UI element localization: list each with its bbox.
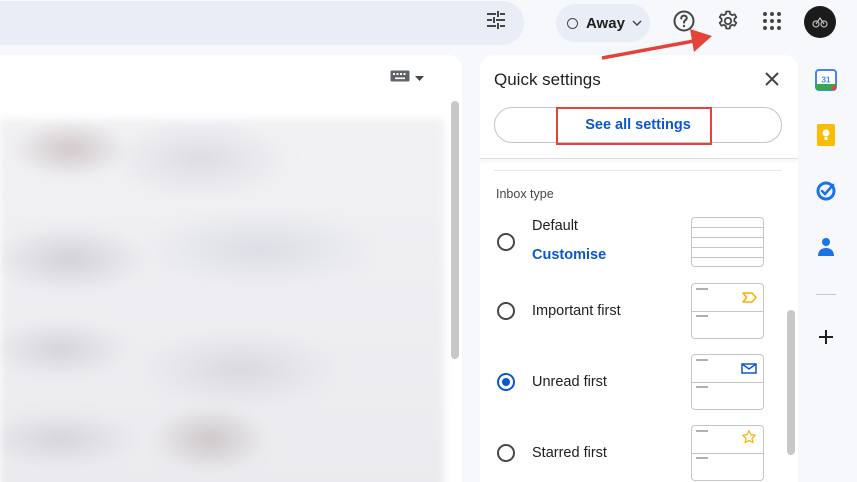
tasks-app-button[interactable] xyxy=(814,181,838,205)
message-list xyxy=(0,119,444,482)
customise-link[interactable]: Customise xyxy=(532,247,606,263)
calendar-day: 31 xyxy=(822,75,831,84)
contacts-icon xyxy=(818,237,834,262)
envelope-icon xyxy=(741,361,757,375)
radio-default[interactable] xyxy=(497,233,515,251)
top-bar: Away xyxy=(0,0,857,47)
settings-scrollbar[interactable] xyxy=(787,310,795,455)
status-label: Away xyxy=(586,14,625,32)
keep-icon xyxy=(817,123,835,151)
quick-settings-panel: Quick settings See all settings Inbox ty… xyxy=(480,55,798,482)
option-label: Unread first xyxy=(532,374,607,390)
important-marker-icon xyxy=(741,290,757,304)
radio-unread-first[interactable] xyxy=(497,373,515,391)
plus-icon xyxy=(818,329,834,350)
tasks-icon xyxy=(816,181,836,206)
google-apps-button[interactable] xyxy=(757,8,787,38)
avatar[interactable] xyxy=(804,6,836,38)
close-icon xyxy=(765,71,779,91)
radio-starred-first[interactable] xyxy=(497,444,515,462)
calendar-app-button[interactable]: 31 xyxy=(814,68,838,96)
default-preview-thumbnail xyxy=(691,217,764,267)
filter-icon xyxy=(485,10,507,35)
status-ring-icon xyxy=(567,17,578,29)
settings-button[interactable] xyxy=(713,8,743,38)
status-selector[interactable]: Away xyxy=(556,4,650,42)
help-icon xyxy=(672,9,696,38)
close-button[interactable] xyxy=(760,69,784,93)
apps-grid-icon xyxy=(762,11,782,36)
calendar-icon: 31 xyxy=(815,68,837,96)
section-heading: Inbox type xyxy=(496,187,554,201)
radio-important-first[interactable] xyxy=(497,302,515,320)
option-label: Default xyxy=(532,218,578,234)
scrollbar[interactable] xyxy=(451,101,459,359)
divider xyxy=(480,158,798,159)
starred-first-preview-thumbnail xyxy=(691,425,764,481)
search-bar[interactable] xyxy=(0,1,524,45)
mail-list-panel xyxy=(0,55,462,482)
divider xyxy=(494,170,782,171)
option-label: Important first xyxy=(532,303,621,319)
keyboard-icon xyxy=(390,69,410,87)
support-button[interactable] xyxy=(669,8,699,38)
search-options-button[interactable] xyxy=(478,8,514,36)
contacts-app-button[interactable] xyxy=(814,237,838,261)
star-icon xyxy=(741,430,757,444)
see-all-settings-button[interactable]: See all settings xyxy=(494,107,782,143)
panel-title: Quick settings xyxy=(494,70,601,89)
option-label: Starred first xyxy=(532,445,607,461)
important-first-preview-thumbnail xyxy=(691,283,764,339)
keep-app-button[interactable] xyxy=(814,123,838,151)
divider xyxy=(816,294,836,295)
gear-icon xyxy=(716,9,740,38)
chevron-down-icon xyxy=(415,69,424,87)
unread-first-preview-thumbnail xyxy=(691,354,764,410)
input-tools-button[interactable] xyxy=(390,69,424,87)
get-add-ons-button[interactable] xyxy=(814,327,838,351)
chevron-down-icon xyxy=(632,20,642,26)
